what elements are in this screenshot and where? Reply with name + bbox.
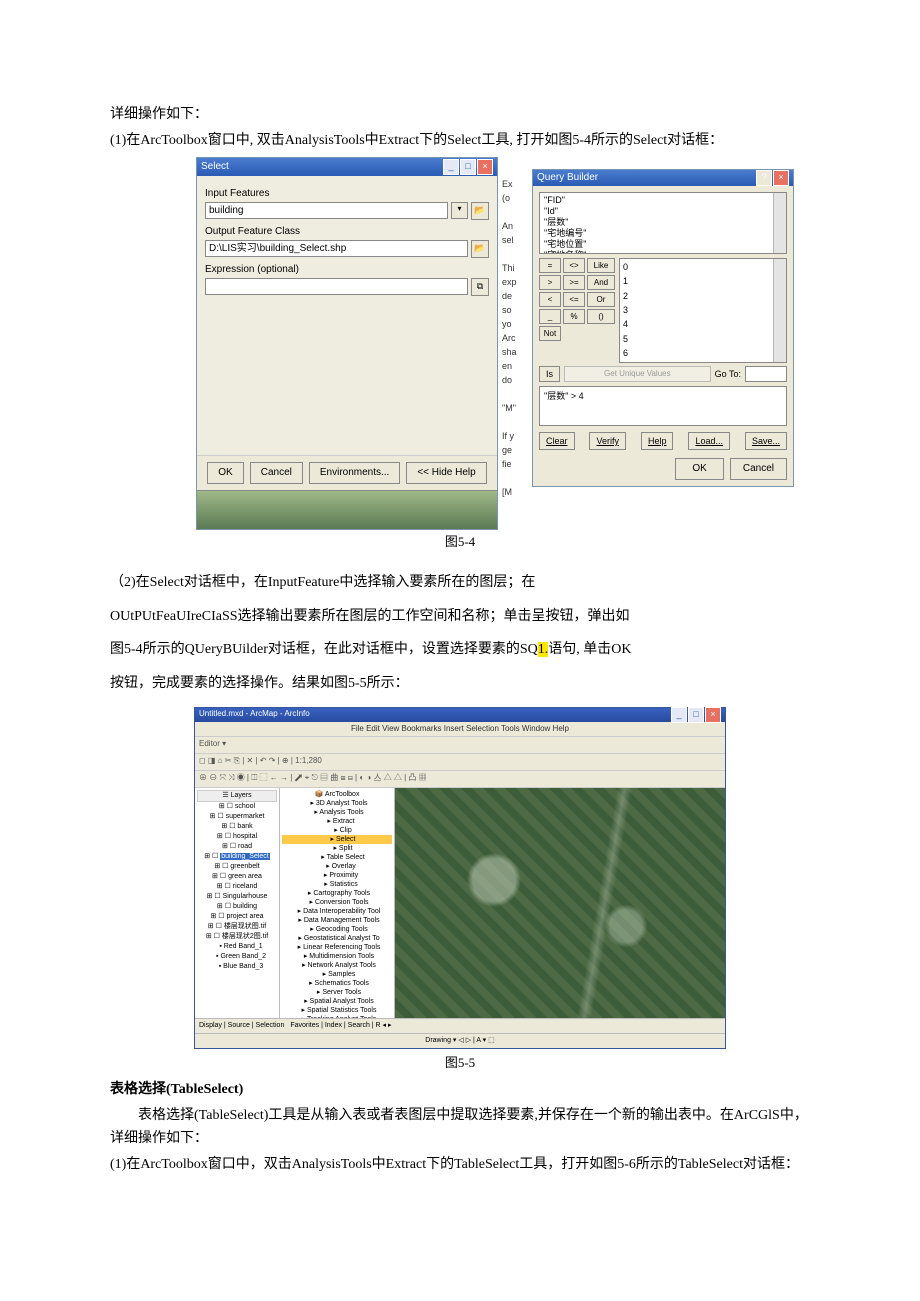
qb-titlebar: Query Builder ? × — [533, 170, 793, 186]
arcmap-editor-bar[interactable]: Editor ▾ — [195, 737, 725, 754]
select-dialog-title: Select — [201, 159, 229, 175]
close-icon[interactable]: × — [477, 159, 493, 175]
step2-line-a: （2)在Select对话框中，在InputFeature中选择输入要素所在的图层… — [110, 566, 810, 600]
help-icon[interactable]: ? — [756, 170, 772, 186]
arcmap-toolbar-tools[interactable]: ⊕ ⊖ ⤧ ⤨ ◉ | ◫ ⬚ ← → | ⬈ ⌖ ⎋ ▤ 曲 ⊞ ⊟ | ◐ … — [195, 771, 725, 788]
qb-op-button[interactable]: <= — [563, 292, 585, 307]
qb-op-button[interactable]: % — [563, 309, 585, 324]
qb-save-button[interactable]: Save... — [745, 432, 787, 450]
qb-ok-button[interactable]: OK — [675, 458, 723, 480]
arcmap-status-bar: Drawing ▾ ◁ ▷ | A ▾ ⬚ — [195, 1033, 725, 1048]
am-minimize-icon[interactable]: _ — [671, 707, 687, 723]
figure-5-4: Select _ □ × Input Features building ▾ 📂… — [180, 157, 810, 530]
map-strip-graphic — [197, 490, 497, 529]
am-maximize-icon[interactable]: □ — [688, 707, 704, 723]
step2-line-c: 图5-4所示的QUeryBUilder对话框，在此对话框中，设置选择要素的SQ1… — [110, 633, 810, 667]
qb-help-button[interactable]: Help — [641, 432, 674, 450]
figure-5-5: Untitled.mxd - ArcMap - ArcInfo _ □ × Fi… — [110, 707, 810, 1049]
qb-op-button[interactable]: Or — [587, 292, 615, 307]
qb-cancel-button[interactable]: Cancel — [730, 458, 787, 480]
qb-expression-box[interactable]: "层数" > 4 — [539, 386, 787, 426]
output-fc-label: Output Feature Class — [205, 224, 489, 240]
step2-line-c-1: 图5-4所示的QUeryBUilder对话框，在此对话框中，设置选择要素的SQ — [110, 642, 538, 657]
step2-block: （2)在Select对话框中，在InputFeature中选择输入要素所在的图层… — [110, 566, 810, 700]
qb-values-list[interactable]: 0123456 — [619, 258, 787, 363]
qb-op-button[interactable]: <> — [563, 258, 585, 273]
qb-op-button[interactable]: < — [539, 292, 561, 307]
arctoolbox-tree[interactable]: 📦 ArcToolbox▸ 3D Analyst Tools▸ Analysis… — [280, 788, 395, 1018]
help-panel-clip: Ex(o Ansel ThiexpdesoyoArcshaendo "M" If… — [498, 157, 532, 530]
qb-op-button[interactable]: Like — [587, 258, 615, 273]
step2-line-d: 按钮，完成要素的选择操作。结果如图5-5所示： — [110, 667, 810, 701]
ok-button[interactable]: OK — [207, 462, 243, 484]
qb-op-button[interactable]: _ — [539, 309, 561, 324]
qb-verify-button[interactable]: Verify — [589, 432, 626, 450]
qb-title: Query Builder — [537, 170, 598, 186]
qb-op-button[interactable]: = — [539, 258, 561, 273]
qb-is-button[interactable]: Is — [539, 366, 560, 382]
arcmap-toc[interactable]: ☰ Layers⊞ ☐ school⊞ ☐ supermarket⊞ ☐ ban… — [195, 788, 280, 1018]
arcmap-window: Untitled.mxd - ArcMap - ArcInfo _ □ × Fi… — [194, 707, 726, 1049]
arcmap-title: Untitled.mxd - ArcMap - ArcInfo — [199, 708, 310, 721]
arcmap-map-view[interactable] — [395, 788, 725, 1018]
get-unique-values-button[interactable]: Get Unique Values — [564, 366, 711, 382]
goto-field[interactable] — [745, 366, 787, 382]
highlighted-text: 1. — [538, 642, 549, 657]
arcmap-menubar[interactable]: File Edit View Bookmarks Insert Selectio… — [195, 722, 725, 737]
qb-op-button[interactable]: > — [539, 275, 561, 290]
toolbox-tabs[interactable]: Favorites | Index | Search | R ◂ ▸ — [290, 1020, 391, 1032]
step2-line-c-2: 语句, 单击OK — [548, 642, 631, 657]
maximize-icon[interactable]: □ — [460, 159, 476, 175]
arcmap-titlebar: Untitled.mxd - ArcMap - ArcInfo _ □ × — [195, 708, 725, 722]
input-features-field[interactable]: building — [205, 202, 448, 219]
fig-5-4-caption: 图5-4 — [445, 534, 475, 549]
arcmap-bottom-tabs[interactable]: Display | Source | Selection Favorites |… — [195, 1018, 725, 1033]
qb-operator-grid[interactable]: =<>Like >>=And <<=Or _%() Not — [539, 258, 615, 363]
input-features-label: Input Features — [205, 186, 489, 202]
qb-load-button[interactable]: Load... — [688, 432, 730, 450]
qb-clear-button[interactable]: Clear — [539, 432, 575, 450]
environments-button[interactable]: Environments... — [309, 462, 400, 484]
select-dialog-titlebar: Select _ □ × — [197, 158, 497, 176]
dropdown-icon[interactable]: ▾ — [451, 202, 468, 219]
expression-label: Expression (optional) — [205, 262, 489, 278]
browse-output-button[interactable]: 📂 — [471, 240, 489, 258]
expression-field[interactable] — [205, 278, 468, 295]
arcmap-toolbar-standard[interactable]: ◻ ◨ ⌂ ✂ ⎘ | ✕ | ↶ ↷ | ⊕ | 1:1,280 — [195, 754, 725, 771]
am-close-icon[interactable]: × — [705, 707, 721, 723]
select-dialog: Select _ □ × Input Features building ▾ 📂… — [196, 157, 498, 530]
qb-op-button[interactable]: And — [587, 275, 615, 290]
qb-op-button[interactable]: Not — [539, 326, 561, 341]
minimize-icon[interactable]: _ — [443, 159, 459, 175]
table-select-para: 表格选择(TableSelect)工具是从输入表或者表图层中提取选择要素,并保存… — [110, 1105, 810, 1150]
sql-builder-button[interactable]: ⧉ — [471, 278, 489, 296]
goto-label: Go To: — [715, 367, 741, 381]
fig-5-5-caption: 图5-5 — [445, 1055, 475, 1070]
table-select-step1: (1)在ArcToolbox窗口中，双击AnalysisTools中Extrac… — [110, 1154, 810, 1176]
qb-close-icon[interactable]: × — [773, 170, 789, 186]
hide-help-button[interactable]: << Hide Help — [406, 462, 486, 484]
toc-tabs[interactable]: Display | Source | Selection — [199, 1020, 284, 1032]
cancel-button[interactable]: Cancel — [250, 462, 303, 484]
query-builder-dialog: Query Builder ? × "FID""Id""层数""宅地编号""宅地… — [532, 169, 794, 488]
qb-op-button[interactable]: >= — [563, 275, 585, 290]
step1: (1)在ArcToolbox窗口中, 双击AnalysisTools中Extra… — [110, 130, 810, 152]
qb-fields-list[interactable]: "FID""Id""层数""宅地编号""宅地位置""宅地名称" — [539, 192, 787, 254]
output-fc-field[interactable]: D:\LIS实习\building_Select.shp — [205, 240, 468, 257]
section-heading-table-select: 表格选择(TableSelect) — [110, 1079, 810, 1101]
intro-line: 详细操作如下： — [110, 104, 810, 126]
qb-op-button[interactable]: () — [587, 309, 615, 324]
step2-line-b: OUtPUtFeaUIreCIaSS选择输出要素所在图层的工作空间和名称；单击呈… — [110, 600, 810, 634]
browse-input-button[interactable]: 📂 — [471, 202, 489, 220]
